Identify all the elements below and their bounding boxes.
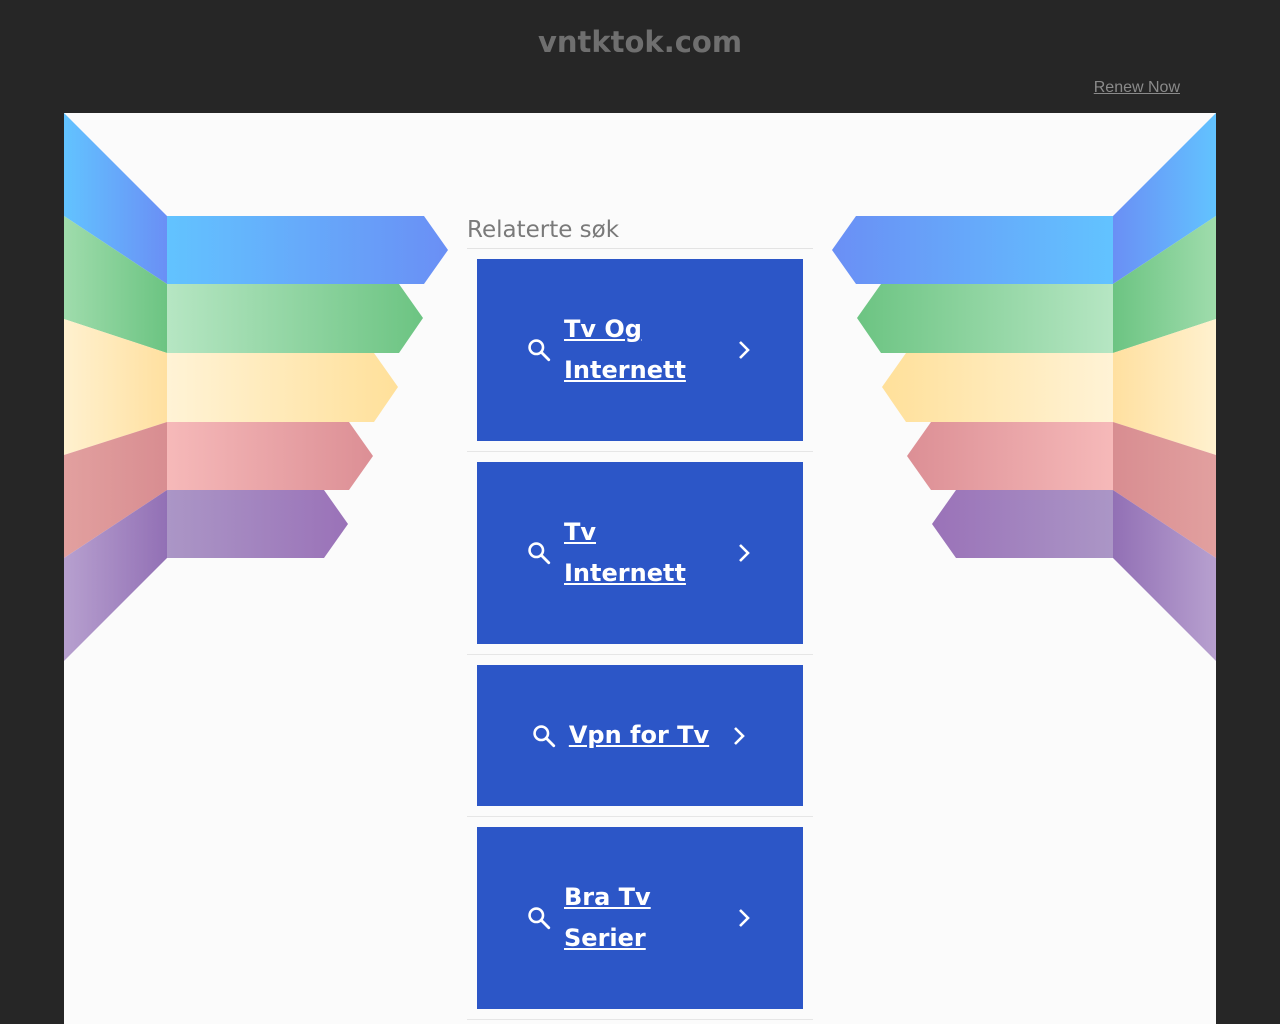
- ribbon-band-yellow: [882, 353, 1113, 422]
- list-item: Tv Og Internett: [467, 249, 813, 452]
- result-label: Tv Og Internett: [564, 315, 686, 384]
- ribbon-band-blue: [832, 216, 1113, 284]
- domain-title: vntktok.com: [537, 25, 743, 59]
- ribbon-band-blue: [167, 216, 448, 284]
- list-item: Bra Tv Serier: [467, 817, 813, 1020]
- related-searches-title: Relaterte søk: [467, 213, 813, 249]
- chevron-right-icon: [739, 909, 750, 927]
- search-icon: [528, 907, 551, 930]
- chevron-right-icon: [739, 544, 750, 562]
- ribbon-band-green: [857, 284, 1113, 353]
- list-item: Vpn for Tv: [467, 655, 813, 817]
- ribbon-band-green: [167, 284, 423, 353]
- related-search-list: Tv Og Internett Tv Internett Vpn for Tv …: [467, 249, 813, 1020]
- renew-now-link[interactable]: Renew Now: [1094, 79, 1180, 97]
- result-label: Vpn for Tv: [568, 721, 710, 749]
- result-link-bra-tv-serier[interactable]: Bra Tv Serier: [477, 827, 803, 1009]
- result-link-tv-og-internett[interactable]: Tv Og Internett: [477, 259, 803, 441]
- ribbon-band-pink: [907, 422, 1113, 490]
- ribbon-band-purple: [932, 490, 1113, 558]
- ribbon-band-yellow: [167, 353, 398, 422]
- ribbon-band-purple: [167, 490, 348, 558]
- search-icon: [528, 542, 551, 565]
- chevron-right-icon: [739, 341, 750, 359]
- ribbon-band-pink: [167, 422, 373, 490]
- list-item: Tv Internett: [467, 452, 813, 655]
- main-content: Relaterte søk Tv Og Internett Tv Interne…: [64, 113, 1216, 1024]
- result-label: Bra Tv Serier: [564, 883, 651, 952]
- result-link-vpn-for-tv[interactable]: Vpn for Tv: [477, 665, 803, 806]
- top-bar: vntktok.com Renew Now: [0, 0, 1280, 113]
- search-icon: [528, 339, 551, 362]
- ribbon-wing-left: [64, 113, 448, 661]
- search-icon: [533, 724, 555, 747]
- result-link-tv-internett[interactable]: Tv Internett: [477, 462, 803, 644]
- ribbon-wing-right: [832, 113, 1216, 661]
- chevron-right-icon: [734, 726, 746, 745]
- result-label: Tv Internett: [564, 518, 686, 587]
